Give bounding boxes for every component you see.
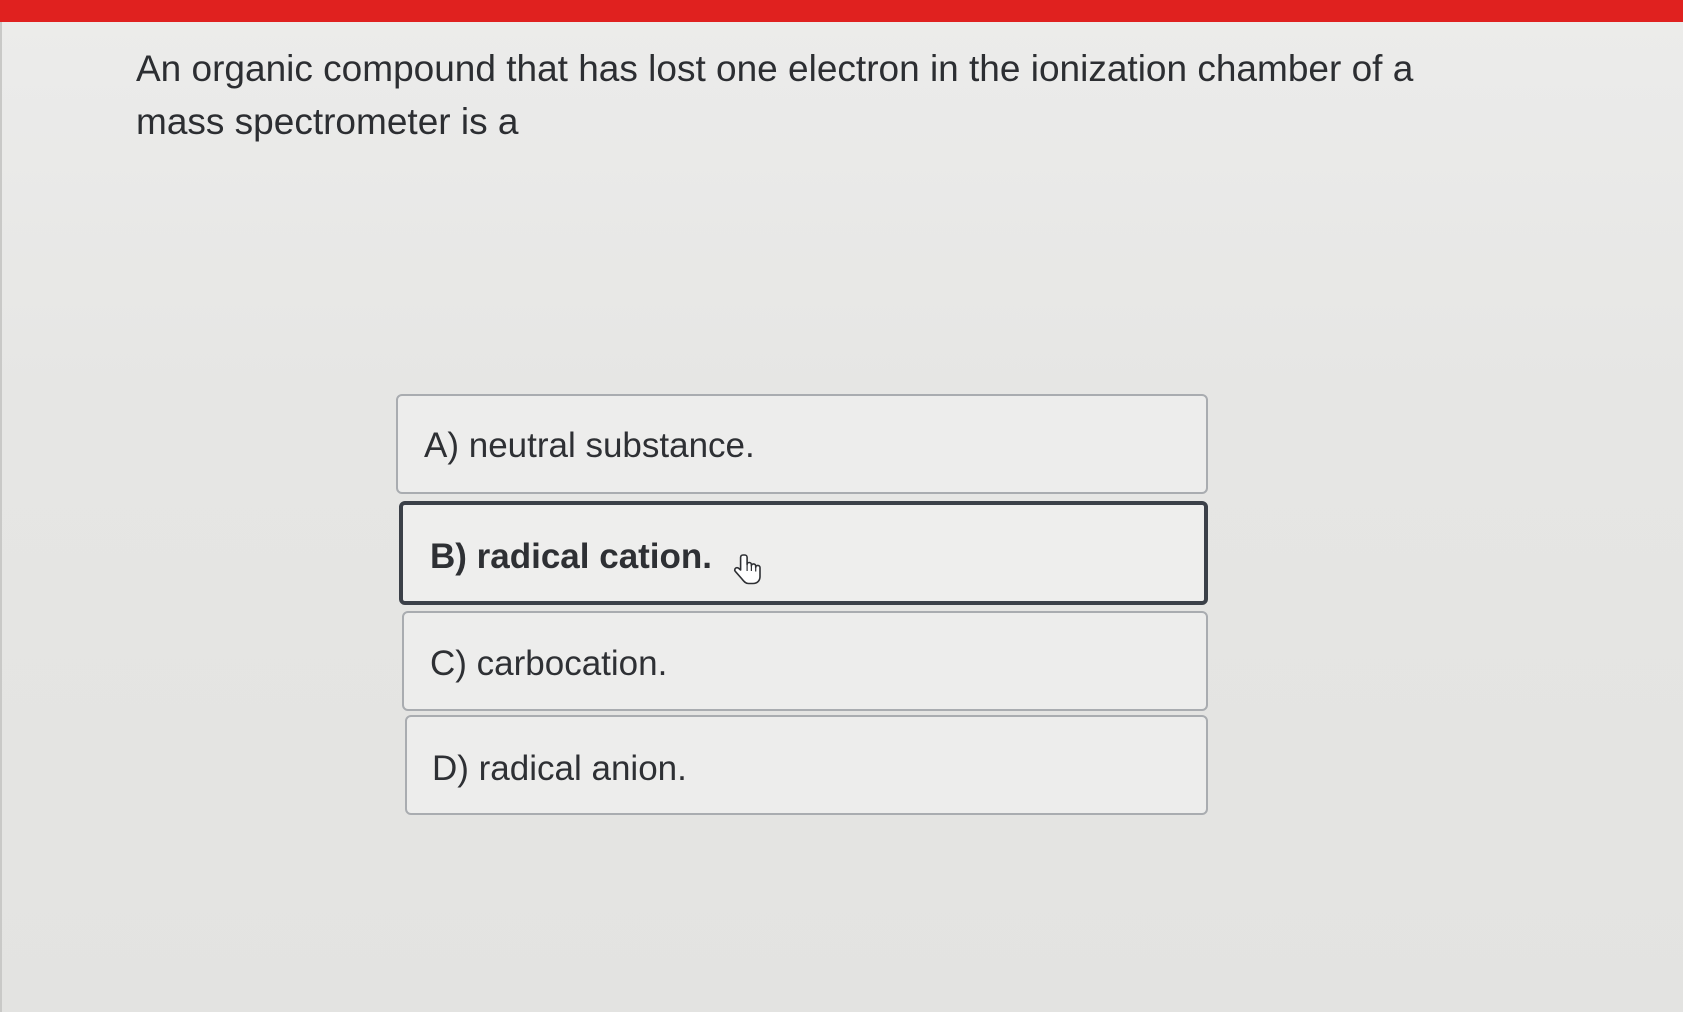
hand-pointer-icon [734,554,761,585]
option-d[interactable]: D) radical anion. [405,715,1208,815]
option-b-label: B) radical cation. [430,537,713,576]
option-d-label: D) radical anion. [432,749,687,788]
option-b[interactable]: B) radical cation. [399,501,1208,605]
answer-options: A) neutral substance. B) radical cation.… [0,0,1683,1012]
option-c-label: C) carbocation. [430,644,668,683]
option-a[interactable]: A) neutral substance. [396,394,1208,494]
option-a-label: A) neutral substance. [424,426,755,465]
option-c[interactable]: C) carbocation. [402,611,1208,711]
